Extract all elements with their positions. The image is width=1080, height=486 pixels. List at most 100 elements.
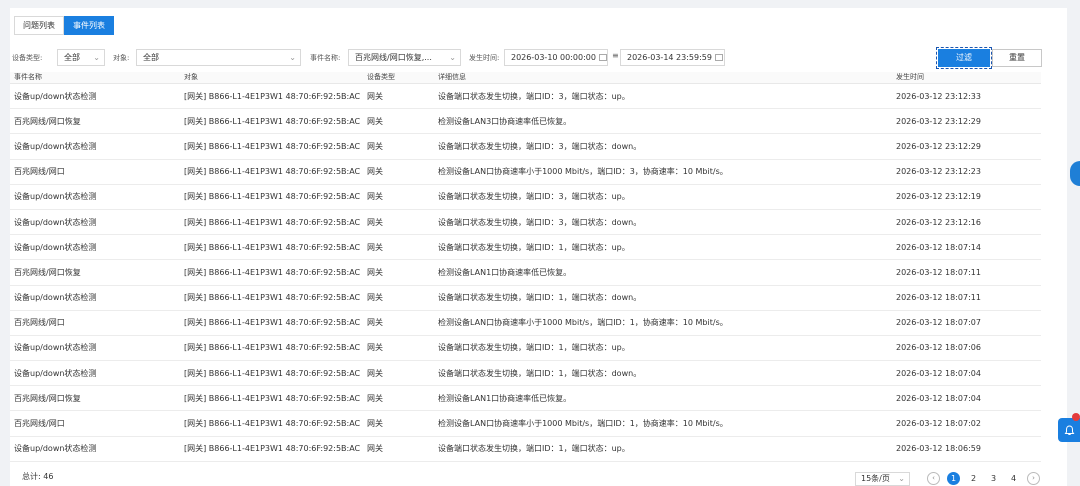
header-device-type[interactable]: 设备类型 (367, 72, 438, 83)
calendar-icon (714, 54, 723, 61)
event-name-label: 事件名称: (310, 54, 341, 62)
cell-detail: 设备端口状态发生切换，端口ID：1，端口状态：down。 (438, 293, 642, 303)
table-row[interactable]: 百兆网线/网口恢复 [网关] B866-L1-4E1P3W1 48:70:6F:9… (10, 109, 1041, 135)
cell-time: 2026-03-12 23:12:23 (896, 167, 981, 177)
tab-event-list[interactable]: 事件列表 (64, 16, 114, 35)
side-float-tab[interactable] (1070, 161, 1080, 186)
table-row[interactable]: 设备up/down状态检测 [网关] B866-L1-4E1P3W1 48:70:… (10, 286, 1041, 311)
table-row[interactable]: 设备up/down状态检测 [网关] B866-L1-4E1P3W1 48:70:… (10, 210, 1041, 236)
pagination: ‹ 1 2 3 4 › (927, 472, 1040, 485)
table-row[interactable]: 百兆网线/网口恢复 [网关] B866-L1-4E1P3W1 48:70:6F:9… (10, 260, 1041, 286)
page-1-button[interactable]: 1 (947, 472, 960, 485)
table-row[interactable]: 设备up/down状态检测 [网关] B866-L1-4E1P3W1 48:70:… (10, 235, 1041, 261)
time-end-value: 2026-03-14 23:59:59 (627, 53, 712, 62)
page-3-button[interactable]: 3 (987, 472, 1000, 485)
cell-detail: 设备端口状态发生切换，端口ID：3，端口状态：up。 (438, 192, 630, 202)
cell-time: 2026-03-12 18:07:02 (896, 419, 981, 429)
cell-event-name: 百兆网线/网口 (14, 318, 65, 328)
page-4-button[interactable]: 4 (1007, 472, 1020, 485)
cell-object: [网关] B866-L1-4E1P3W1 48:70:6F:92:5B:AC (184, 167, 361, 177)
table-row[interactable]: 设备up/down状态检测 [网关] B866-L1-4E1P3W1 48:70:… (10, 185, 1041, 210)
cell-time: 2026-03-12 23:12:29 (896, 141, 981, 151)
cell-device-type: 网关 (367, 141, 383, 151)
event-name-select[interactable]: 百兆网线/网口恢复,... ⌄ (348, 49, 461, 66)
cell-object: [网关] B866-L1-4E1P3W1 48:70:6F:92:5B:AC (184, 267, 361, 277)
cell-time: 2026-03-12 18:06:59 (896, 444, 981, 454)
cell-device-type: 网关 (367, 419, 383, 429)
cell-device-type: 网关 (367, 293, 383, 303)
cell-detail: 设备端口状态发生切换，端口ID：3，端口状态：down。 (438, 217, 642, 227)
cell-detail: 检测设备LAN1口协商速率低已恢复。 (438, 393, 572, 403)
cell-detail: 检测设备LAN口协商速率小于1000 Mbit/s，端口ID：3，协商速率：10… (438, 167, 728, 177)
table-row[interactable]: 设备up/down状态检测 [网关] B866-L1-4E1P3W1 48:70:… (10, 361, 1041, 387)
cell-object: [网关] B866-L1-4E1P3W1 48:70:6F:92:5B:AC (184, 368, 361, 378)
cell-event-name: 设备up/down状态检测 (14, 368, 97, 378)
cell-device-type: 网关 (367, 343, 383, 353)
header-event-name[interactable]: 事件名称 (10, 72, 184, 83)
cell-device-type: 网关 (367, 242, 383, 252)
tab-issue-list[interactable]: 问题列表 (14, 16, 64, 35)
notification-button[interactable] (1058, 418, 1080, 442)
event-table: 事件名称 对象 设备类型 详细信息 发生时间 设备up/down状态检测 [网关]… (10, 72, 1041, 462)
event-name-value: 百兆网线/网口恢复,... (355, 53, 432, 62)
cell-object: [网关] B866-L1-4E1P3W1 48:70:6F:92:5B:AC (184, 91, 361, 101)
cell-object: [网关] B866-L1-4E1P3W1 48:70:6F:92:5B:AC (184, 141, 361, 151)
table-row[interactable]: 设备up/down状态检测 [网关] B866-L1-4E1P3W1 48:70:… (10, 84, 1041, 110)
cell-detail: 设备端口状态发生切换，端口ID：3，端口状态：up。 (438, 91, 630, 101)
table-row[interactable]: 百兆网线/网口 [网关] B866-L1-4E1P3W1 48:70:6F:92:… (10, 160, 1041, 185)
time-end-input[interactable]: 2026-03-14 23:59:59 (620, 49, 725, 66)
cell-time: 2026-03-12 18:07:07 (896, 318, 981, 328)
cell-device-type: 网关 (367, 192, 383, 202)
cell-detail: 设备端口状态发生切换，端口ID：1，端口状态：up。 (438, 242, 630, 252)
table-row[interactable]: 百兆网线/网口恢复 [网关] B866-L1-4E1P3W1 48:70:6F:9… (10, 386, 1041, 412)
time-start-value: 2026-03-10 00:00:00 (511, 53, 596, 62)
next-page-button[interactable]: › (1027, 472, 1040, 485)
cell-event-name: 百兆网线/网口恢复 (14, 267, 81, 277)
view-tabs: 问题列表 事件列表 (14, 16, 114, 35)
prev-page-button[interactable]: ‹ (927, 472, 940, 485)
cell-detail: 检测设备LAN1口协商速率低已恢复。 (438, 267, 572, 277)
cell-event-name: 设备up/down状态检测 (14, 217, 97, 227)
notification-badge (1072, 413, 1080, 421)
table-row[interactable]: 设备up/down状态检测 [网关] B866-L1-4E1P3W1 48:70:… (10, 437, 1041, 462)
cell-object: [网关] B866-L1-4E1P3W1 48:70:6F:92:5B:AC (184, 217, 361, 227)
header-object[interactable]: 对象 (184, 72, 367, 83)
cell-device-type: 网关 (367, 217, 383, 227)
cell-time: 2026-03-12 23:12:33 (896, 91, 981, 101)
cell-detail: 检测设备LAN口协商速率小于1000 Mbit/s，端口ID：1，协商速率：10… (438, 419, 728, 429)
device-type-value: 全部 (64, 53, 80, 62)
cell-time: 2026-03-12 18:07:11 (896, 293, 981, 303)
table-row[interactable]: 百兆网线/网口 [网关] B866-L1-4E1P3W1 48:70:6F:92:… (10, 311, 1041, 336)
filter-bar: 设备类型: 全部 ⌄ 对象: 全部 ⌄ 事件名称: 百兆网线/网口恢复,... … (12, 47, 1050, 69)
cell-device-type: 网关 (367, 393, 383, 403)
cell-device-type: 网关 (367, 116, 383, 126)
cell-object: [网关] B866-L1-4E1P3W1 48:70:6F:92:5B:AC (184, 116, 361, 126)
cell-object: [网关] B866-L1-4E1P3W1 48:70:6F:92:5B:AC (184, 444, 361, 454)
header-time[interactable]: 发生时间 (896, 72, 1041, 83)
cell-device-type: 网关 (367, 368, 383, 378)
page-size-select[interactable]: 15条/页 ⌄ (855, 472, 910, 486)
reset-button[interactable]: 重置 (992, 49, 1042, 67)
cell-event-name: 设备up/down状态检测 (14, 293, 97, 303)
cell-detail: 设备端口状态发生切换，端口ID：1，端口状态：up。 (438, 343, 630, 353)
cell-event-name: 设备up/down状态检测 (14, 192, 97, 202)
cell-object: [网关] B866-L1-4E1P3W1 48:70:6F:92:5B:AC (184, 318, 361, 328)
table-row[interactable]: 设备up/down状态检测 [网关] B866-L1-4E1P3W1 48:70:… (10, 336, 1041, 362)
header-detail[interactable]: 详细信息 (438, 72, 896, 83)
cell-device-type: 网关 (367, 318, 383, 328)
time-label: 发生时间: (469, 54, 500, 62)
table-header: 事件名称 对象 设备类型 详细信息 发生时间 (10, 72, 1041, 84)
total-count: 总计: 46 (22, 472, 54, 481)
filter-button[interactable]: 过滤 (936, 47, 992, 69)
cell-event-name: 百兆网线/网口 (14, 167, 65, 177)
time-start-input[interactable]: 2026-03-10 00:00:00 (504, 49, 608, 66)
page-2-button[interactable]: 2 (967, 472, 980, 485)
cell-event-name: 设备up/down状态检测 (14, 343, 97, 353)
cell-object: [网关] B866-L1-4E1P3W1 48:70:6F:92:5B:AC (184, 393, 361, 403)
cell-time: 2026-03-12 23:12:29 (896, 116, 981, 126)
table-row[interactable]: 百兆网线/网口 [网关] B866-L1-4E1P3W1 48:70:6F:92:… (10, 411, 1041, 437)
device-type-select[interactable]: 全部 ⌄ (57, 49, 105, 66)
object-select[interactable]: 全部 ⌄ (136, 49, 301, 66)
table-row[interactable]: 设备up/down状态检测 [网关] B866-L1-4E1P3W1 48:70:… (10, 134, 1041, 160)
cell-event-name: 设备up/down状态检测 (14, 242, 97, 252)
